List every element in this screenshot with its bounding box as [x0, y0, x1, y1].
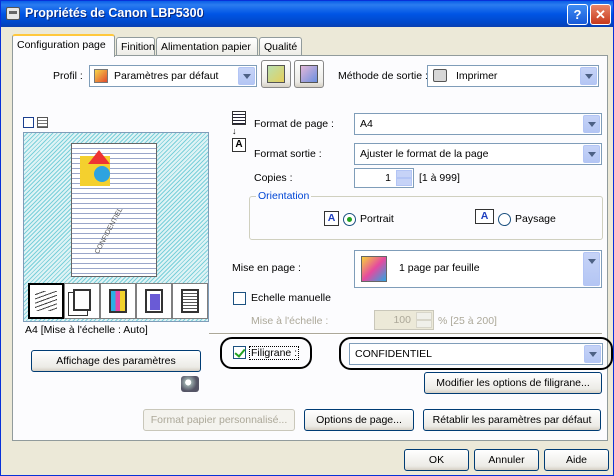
mise-echelle-label: Mise à l'échelle :	[251, 315, 329, 327]
portrait-radio[interactable]	[343, 213, 356, 226]
format-sortie-value: Ajuster le format de la page	[360, 148, 489, 160]
methode-label: Méthode de sortie :	[338, 70, 428, 82]
copies-value: 1	[385, 172, 391, 184]
tab-configuration-page[interactable]: Configuration page	[12, 34, 115, 57]
profil-value: Paramètres par défaut	[114, 70, 219, 82]
layout-copy-button[interactable]	[64, 283, 100, 319]
ok-button[interactable]: OK	[404, 449, 469, 471]
layout-purple-button[interactable]	[136, 283, 172, 319]
spin-up-icon[interactable]	[396, 170, 412, 178]
copies-range: [1 à 999]	[419, 172, 460, 184]
reset-defaults-button[interactable]: Rétablir les paramètres par défaut	[423, 409, 601, 431]
chevron-down-icon	[583, 115, 600, 133]
format-sortie-select[interactable]: Ajuster le format de la page	[354, 143, 602, 165]
chevron-down-icon	[583, 145, 600, 163]
mise-en-page-label: Mise en page :	[232, 262, 301, 274]
paysage-radio[interactable]	[498, 213, 511, 226]
add-profile-icon	[267, 65, 285, 83]
window-title: Propriétés de Canon LBP5300	[25, 6, 204, 20]
format-page-select[interactable]: A4	[354, 113, 602, 135]
echelle-value: 100	[393, 314, 411, 326]
echelle-label[interactable]: Echelle manuelle	[251, 292, 331, 304]
separator	[209, 333, 602, 335]
tab-alimentation-papier[interactable]: Alimentation papier	[156, 37, 258, 56]
mise-en-page-select[interactable]: 1 page par feuille	[354, 250, 602, 288]
format-sortie-label: Format sortie :	[254, 148, 322, 160]
help-button[interactable]: Aide	[544, 449, 609, 471]
color-page-icon	[109, 289, 127, 313]
echelle-spinner[interactable]: 100	[374, 310, 434, 330]
layout-stack-button[interactable]	[28, 283, 64, 319]
chevron-down-icon	[584, 345, 601, 363]
affichage-parametres-button[interactable]: Affichage des paramètres	[31, 350, 201, 372]
cancel-button[interactable]: Annuler	[474, 449, 539, 471]
profil-select[interactable]: Paramètres par défaut	[89, 65, 257, 87]
text-page-icon	[181, 289, 199, 313]
methode-select[interactable]: Imprimer	[427, 65, 599, 87]
profile-icon	[94, 69, 108, 83]
page-size-icon	[232, 111, 246, 125]
paysage-label[interactable]: Paysage	[515, 213, 556, 225]
filigrane-label[interactable]: Filigrane :	[249, 346, 300, 360]
portrait-a-icon: A	[324, 211, 339, 226]
page-preview: CONFIDENTIEL	[23, 132, 209, 322]
tab-panel: Profil : Paramètres par défaut Méthode d…	[12, 55, 613, 441]
title-bar: Propriétés de Canon LBP5300 ? ✕	[1, 1, 613, 27]
filigrane-select[interactable]: CONFIDENTIEL	[349, 343, 603, 365]
format-page-label: Format de page :	[254, 118, 334, 130]
filigrane-value: CONFIDENTIEL	[355, 348, 433, 360]
echelle-range: % [25 à 200]	[438, 315, 497, 327]
spin-down-icon[interactable]	[396, 178, 412, 186]
printer-view-icon[interactable]	[37, 117, 48, 128]
copies-spinner[interactable]: 1	[354, 168, 414, 188]
printer-icon	[6, 7, 20, 20]
copies-label: Copies :	[254, 172, 293, 184]
spin-up-icon	[416, 312, 432, 320]
tab-finition[interactable]: Finition	[116, 37, 155, 56]
preview-caption: A4 [Mise à l'échelle : Auto]	[25, 324, 148, 336]
output-size-icon: A	[232, 138, 246, 152]
mise-en-page-value: 1 page par feuille	[399, 262, 480, 274]
spin-down-icon	[416, 320, 432, 328]
printer-properties-dialog: Propriétés de Canon LBP5300 ? ✕ Configur…	[0, 0, 614, 476]
echelle-checkbox[interactable]	[233, 292, 246, 305]
orientation-label: Orientation	[256, 190, 312, 202]
methode-value: Imprimer	[456, 70, 498, 82]
page-options-button[interactable]: Options de page...	[304, 409, 414, 431]
preview-paper: CONFIDENTIEL	[71, 143, 157, 277]
format-page-value: A4	[360, 118, 373, 130]
page-view-icon[interactable]	[23, 117, 34, 128]
custom-paper-button[interactable]: Format papier personnalisé...	[143, 409, 295, 431]
layout-text-button[interactable]	[172, 283, 208, 319]
copy-pages-icon	[73, 289, 91, 311]
tab-qualite[interactable]: Qualité	[259, 37, 302, 56]
preview-watermark: CONFIDENTIEL	[94, 206, 125, 256]
printer-info-icon[interactable]	[181, 376, 199, 392]
layout-icon	[361, 256, 387, 282]
close-button[interactable]: ✕	[590, 4, 611, 25]
preview-shape-blue	[94, 166, 110, 182]
help-title-button[interactable]: ?	[567, 4, 588, 25]
edit-profile-icon	[300, 65, 318, 83]
chevron-down-icon	[580, 67, 597, 85]
chevron-down-icon	[583, 252, 600, 286]
stack-icon	[35, 291, 57, 311]
add-profile-button[interactable]	[261, 60, 291, 88]
preview-shape-red	[88, 150, 110, 164]
arrow-down-icon: ↓	[232, 126, 237, 136]
modify-watermark-button[interactable]: Modifier les options de filigrane...	[424, 372, 602, 394]
page-frame-icon	[145, 289, 163, 313]
layout-color-button[interactable]	[100, 283, 136, 319]
edit-profile-button[interactable]	[294, 60, 324, 88]
printer-small-icon	[433, 69, 447, 82]
chevron-down-icon	[238, 67, 255, 85]
portrait-label[interactable]: Portrait	[360, 213, 394, 225]
purple-block-icon	[150, 294, 160, 310]
profil-label: Profil :	[53, 70, 83, 82]
paysage-a-icon: A	[475, 209, 494, 224]
filigrane-checkbox[interactable]	[233, 346, 246, 359]
